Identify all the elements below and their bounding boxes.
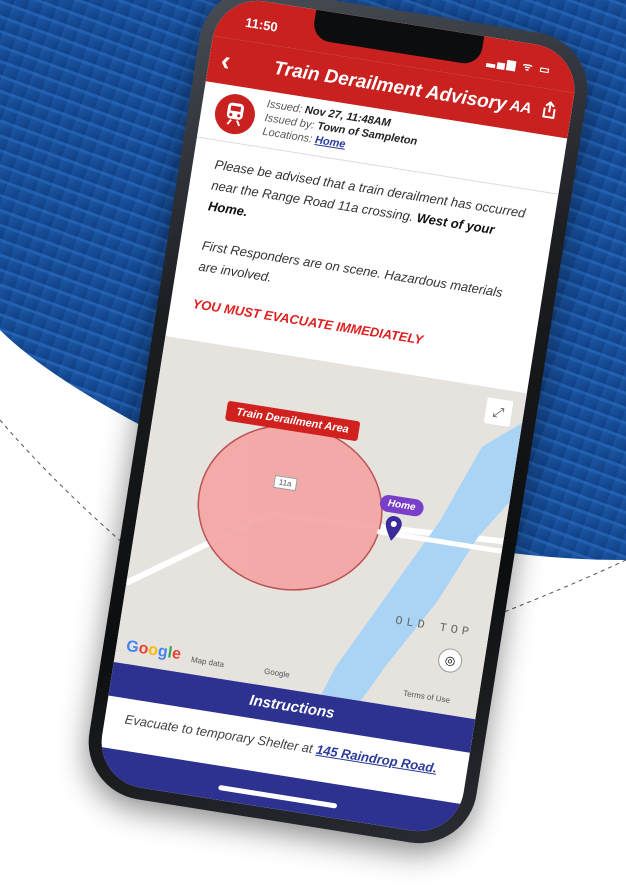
location-home-link[interactable]: Home — [314, 134, 346, 151]
text-size-button[interactable]: AA — [509, 97, 533, 117]
status-time: 11:50 — [244, 14, 279, 35]
train-alert-icon — [212, 91, 258, 138]
shelter-address-link[interactable]: 145 Raindrop Road. — [315, 742, 438, 776]
status-icons: ▂▄▆ ᯤ ▭ — [486, 55, 553, 78]
map-view[interactable]: ⤢ Train Derailment Area 11a Home OLD TOP… — [113, 336, 527, 720]
fullscreen-icon[interactable]: ⤢ — [483, 397, 514, 427]
